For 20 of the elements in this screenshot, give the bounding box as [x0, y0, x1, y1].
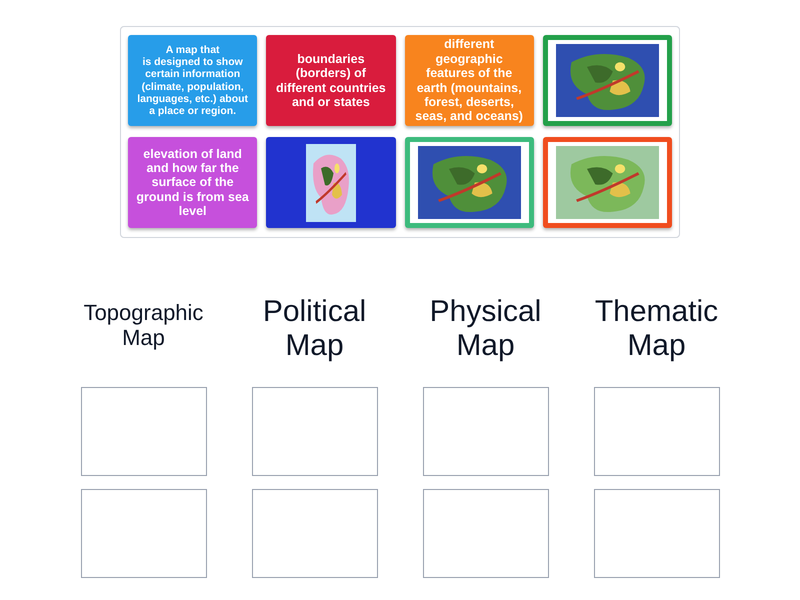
- drop-box[interactable]: [80, 387, 206, 476]
- column-heading: Political Map: [262, 294, 368, 364]
- column-heading: Thematic Map: [594, 294, 720, 364]
- picture-card[interactable]: [542, 137, 672, 228]
- drop-box[interactable]: [594, 387, 720, 476]
- drop-box[interactable]: [422, 489, 548, 578]
- picture-card[interactable]: [542, 35, 672, 126]
- answer-card[interactable]: A map that is designed to show certain information (climate, population, languages, etc.) about a place or region.: [128, 35, 258, 126]
- drop-box[interactable]: [252, 489, 378, 578]
- picture-card[interactable]: [404, 137, 534, 228]
- answer-card[interactable]: different geographic features of the earth (mountains, forest, deserts, seas, and oceans): [404, 35, 534, 126]
- picture-card[interactable]: [266, 137, 396, 228]
- column-heading: Topographic Map: [82, 298, 204, 352]
- answer-card[interactable]: elevation of land and how far the surface of the ground is from sea level: [128, 137, 258, 228]
- drop-box[interactable]: [594, 489, 720, 578]
- answer-card[interactable]: boundaries (borders) of different countries and or states: [266, 35, 396, 126]
- drop-box[interactable]: [422, 387, 548, 476]
- column-heading: Physical Map: [428, 294, 542, 364]
- drop-box[interactable]: [252, 387, 378, 476]
- drop-box[interactable]: [80, 489, 206, 578]
